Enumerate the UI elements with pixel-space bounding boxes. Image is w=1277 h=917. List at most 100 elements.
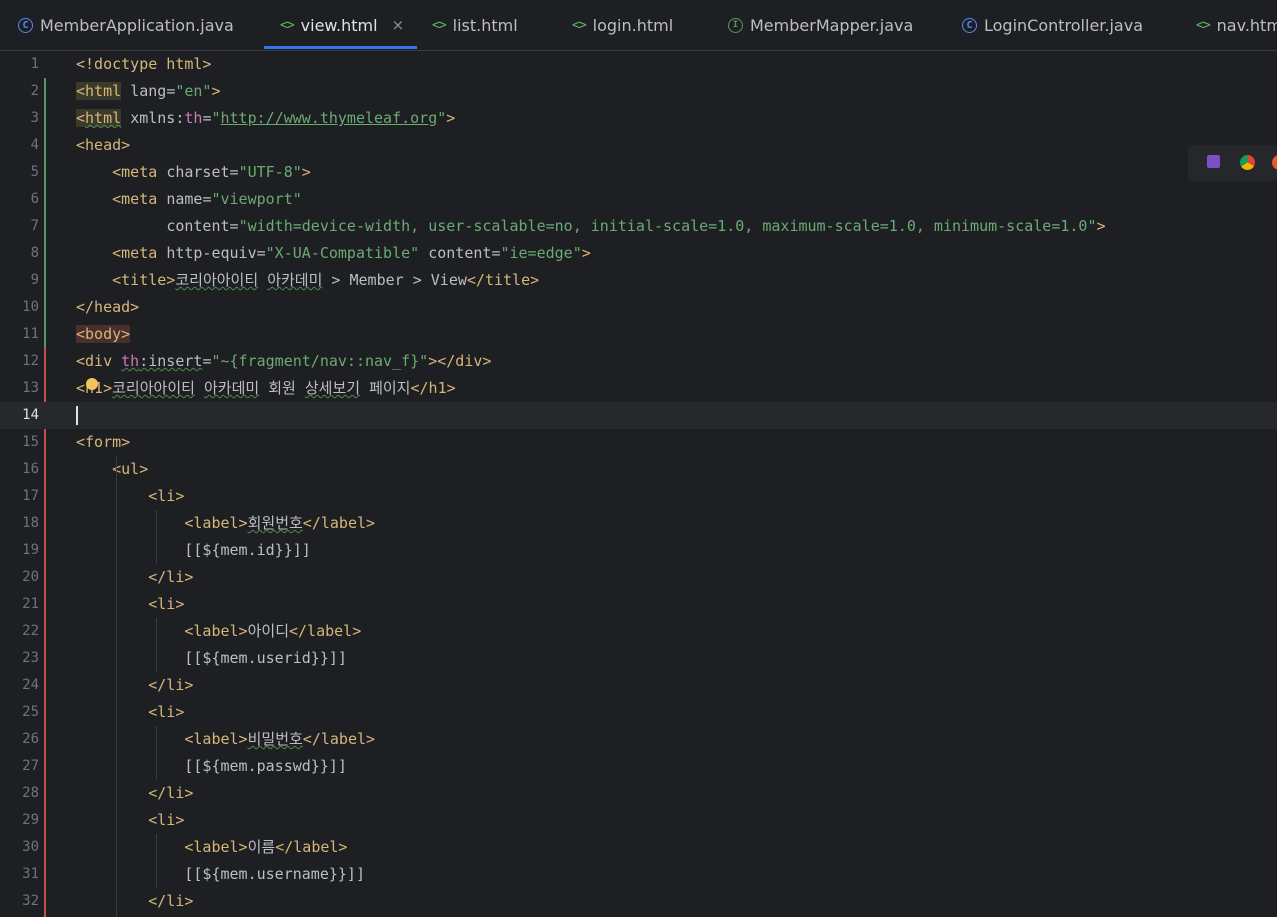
- line-number: 16: [22, 461, 39, 477]
- code-text: <ul>: [112, 460, 149, 478]
- java-interface-icon: I: [728, 17, 743, 33]
- line-number: 18: [22, 515, 39, 531]
- code-text: <form>: [76, 433, 131, 451]
- code-text: </li>: [148, 568, 194, 586]
- tab-label: nav.html: [1216, 15, 1277, 35]
- code-text: <li>: [148, 595, 185, 613]
- tab-label: list.html: [452, 15, 518, 35]
- tab-view-html[interactable]: <> view.html ×: [280, 0, 404, 50]
- line-number: 26: [22, 731, 39, 747]
- html-file-icon: <>: [1196, 17, 1211, 33]
- line-number: 27: [22, 758, 39, 774]
- code-text: <!doctype html>: [76, 55, 212, 73]
- code-line: 27 [[${mem.passwd}}]]: [0, 753, 1277, 780]
- line-number: 29: [22, 812, 39, 828]
- line-number: 21: [22, 596, 39, 612]
- code-line: 12 <div th:insert="~{fragment/nav::nav_f…: [0, 348, 1277, 375]
- text-caret: [76, 406, 78, 425]
- line-number: 3: [30, 110, 39, 126]
- code-text: <li>: [148, 811, 185, 829]
- chrome-icon[interactable]: [1240, 155, 1255, 170]
- line-number: 24: [22, 677, 39, 693]
- code-line: 7 content="width=device-width, user-scal…: [0, 213, 1277, 240]
- tab-label: view.html: [300, 15, 378, 35]
- code-line: 15 <form>: [0, 429, 1277, 456]
- close-icon[interactable]: ×: [392, 16, 405, 34]
- code-line: 9 <title>코리아아이티 아카데미 > Member > View</ti…: [0, 267, 1277, 294]
- indent-guide: [156, 618, 157, 672]
- code-line: 1 <!doctype html>: [0, 51, 1277, 78]
- intellij-browser-icon[interactable]: [1207, 155, 1220, 168]
- line-number: 6: [30, 191, 39, 207]
- tab-member-application[interactable]: C MemberApplication.java: [18, 0, 234, 50]
- tab-label: login.html: [592, 15, 674, 35]
- code-line: 31 [[${mem.username}}]]: [0, 861, 1277, 888]
- tab-login-html[interactable]: <> login.html: [572, 0, 673, 50]
- code-text: <title>코리아아이티 아카데미 > Member > View</titl…: [112, 271, 540, 289]
- code-text: <meta name="viewport": [112, 190, 302, 208]
- line-number: 23: [22, 650, 39, 666]
- code-text: [[${mem.id}}]]: [76, 541, 311, 559]
- tab-list-html[interactable]: <> list.html: [432, 0, 518, 50]
- line-number: 4: [30, 137, 39, 153]
- code-text: <body>: [76, 325, 131, 343]
- code-line: 21 <li>: [0, 591, 1277, 618]
- code-text: content="width=device-width, user-scalab…: [166, 217, 1106, 235]
- lightbulb-icon[interactable]: [86, 378, 98, 390]
- tab-label: MemberApplication.java: [40, 15, 234, 35]
- line-number: 11: [22, 326, 39, 342]
- code-line: 20 </li>: [0, 564, 1277, 591]
- line-number: 2: [30, 83, 39, 99]
- indent-guide: [156, 726, 157, 780]
- code-line: 10 </head>: [0, 294, 1277, 321]
- tab-label: LoginController.java: [984, 15, 1144, 35]
- code-line: 16 <ul>: [0, 456, 1277, 483]
- code-line: 28 </li>: [0, 780, 1277, 807]
- line-number: 31: [22, 866, 39, 882]
- tab-nav-html[interactable]: <> nav.html: [1196, 0, 1277, 50]
- code-line: 22 <label>아이디</label>: [0, 618, 1277, 645]
- line-number: 7: [30, 218, 39, 234]
- line-number: 15: [22, 434, 39, 450]
- html-file-icon: <>: [432, 17, 447, 33]
- indent-guide: [156, 834, 157, 888]
- code-text: <li>: [148, 703, 185, 721]
- html-file-icon: <>: [572, 17, 587, 33]
- code-line: 6 <meta name="viewport": [0, 186, 1277, 213]
- code-text: <html xmlns:th="http://www.thymeleaf.org…: [76, 109, 456, 127]
- code-line: 8 <meta http-equiv="X-UA-Compatible" con…: [0, 240, 1277, 267]
- code-text: <head>: [76, 136, 131, 154]
- java-class-icon: C: [18, 17, 33, 33]
- code-line: 3 <html xmlns:th="http://www.thymeleaf.o…: [0, 105, 1277, 132]
- tab-label: MemberMapper.java: [750, 15, 914, 35]
- tab-login-controller[interactable]: C LoginController.java: [962, 0, 1143, 50]
- code-text: <label>회원번호</label>: [184, 514, 376, 532]
- code-text: <meta charset="UTF-8">: [112, 163, 311, 181]
- line-number: 30: [22, 839, 39, 855]
- line-number: 28: [22, 785, 39, 801]
- code-editor[interactable]: 1 <!doctype html> 2 <html lang="en"> 3 <…: [0, 51, 1277, 917]
- code-line: 29 <li>: [0, 807, 1277, 834]
- browser-preview-toolbar: [1188, 145, 1277, 181]
- code-line: 4 <head>: [0, 132, 1277, 159]
- code-text: </head>: [76, 298, 140, 316]
- line-number: 14: [22, 407, 39, 423]
- indent-guide: [116, 456, 117, 917]
- code-text: <li>: [148, 487, 185, 505]
- firefox-icon[interactable]: [1272, 155, 1277, 170]
- java-class-icon: C: [962, 17, 977, 33]
- code-line-current: 14: [0, 402, 1277, 429]
- code-text: <label>아이디</label>: [184, 622, 362, 640]
- indent-guide: [156, 510, 157, 564]
- code-line: 5 <meta charset="UTF-8">: [0, 159, 1277, 186]
- editor-tab-bar: C MemberApplication.java <> view.html × …: [0, 0, 1277, 51]
- tab-member-mapper[interactable]: I MemberMapper.java: [728, 0, 913, 50]
- code-text: <meta http-equiv="X-UA-Compatible" conte…: [112, 244, 591, 262]
- line-number: 5: [30, 164, 39, 180]
- line-number: 20: [22, 569, 39, 585]
- line-number: 12: [22, 353, 39, 369]
- active-tab-indicator: [264, 46, 417, 49]
- code-line: 17 <li>: [0, 483, 1277, 510]
- line-number: 8: [30, 245, 39, 261]
- code-text: </li>: [148, 676, 194, 694]
